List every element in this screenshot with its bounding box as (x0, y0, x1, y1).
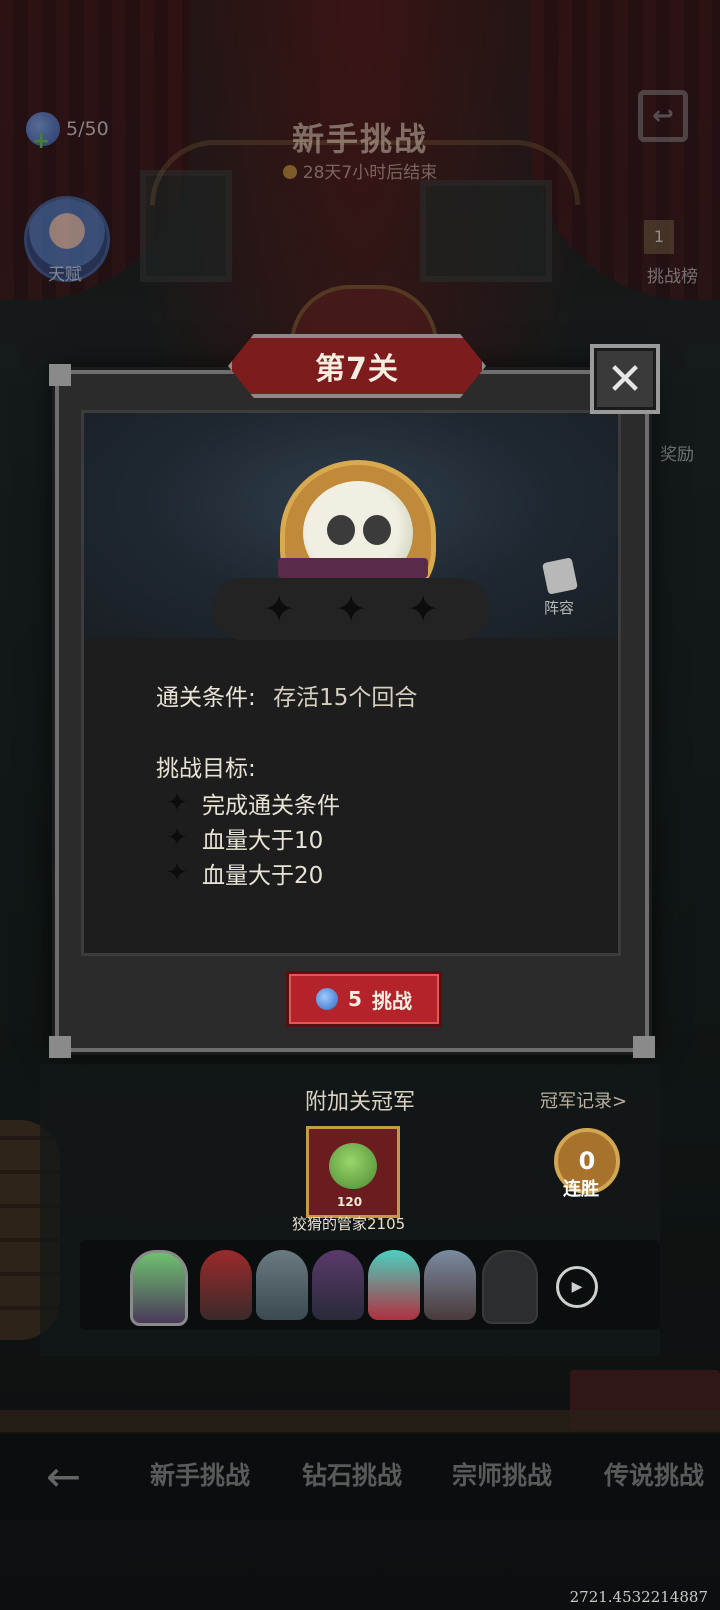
floor-shelf (0, 1410, 720, 1434)
goal-item: ✦ 完成通关条件 (164, 786, 340, 820)
hero-portrait[interactable] (256, 1250, 308, 1320)
tab-diamond[interactable]: 钻石挑战 (302, 1456, 402, 1492)
boss-eye (363, 515, 391, 545)
page-title: 新手挑战 (291, 120, 428, 158)
boss-eye (327, 515, 355, 545)
close-button[interactable]: ✕ (590, 344, 660, 414)
tab-legend[interactable]: 传说挑战 (604, 1456, 704, 1492)
streak-label: 连胜 (563, 1179, 599, 1200)
star-icon: ✦ (166, 823, 188, 853)
condition-label: 通关条件: (156, 685, 256, 711)
champion-avatar (329, 1143, 377, 1189)
goal-item: ✦ 血量大于10 (164, 821, 323, 855)
clock-icon (282, 165, 297, 179)
talent-label: 天赋 (48, 265, 82, 285)
star-icon: ✦ (166, 788, 188, 818)
goal-text: 血量大于10 (202, 828, 324, 854)
replay-button[interactable]: ▶ (556, 1266, 598, 1308)
clear-condition: 通关条件: 存活15个回合 (156, 678, 417, 712)
challenge-cost: 5 (348, 987, 362, 1011)
star-icon: ✦ (407, 587, 439, 631)
star-icon: ✦ (263, 587, 295, 631)
tab-novice[interactable]: 新手挑战 (150, 1456, 250, 1492)
stamina-potion-icon (316, 988, 339, 1010)
hero-portrait[interactable] (130, 1250, 188, 1326)
leaderboard-icon[interactable]: 1 (644, 220, 674, 254)
reward-label: 奖励 (660, 445, 694, 465)
event-countdown: 28天7小时后结束 (0, 158, 720, 183)
condition-value: 存活15个回合 (273, 685, 418, 711)
champion-level: 120 (337, 1195, 363, 1209)
exit-icon[interactable]: ↩ (638, 90, 688, 142)
hero-portrait[interactable] (368, 1250, 420, 1320)
coordinate-readout: 2721.4532214887 (569, 1588, 708, 1606)
lineup-label[interactable]: 阵容 (544, 597, 574, 618)
leaderboard-label: 挑战榜 (647, 267, 698, 287)
champion-record-link[interactable]: 冠军记录> (540, 1087, 627, 1113)
hero-portrait[interactable] (424, 1250, 476, 1320)
champion-card[interactable]: 120 (306, 1126, 400, 1218)
tab-master[interactable]: 宗师挑战 (452, 1456, 552, 1492)
champion-name: 狡猾的管家2105 (292, 1215, 406, 1233)
goal-item: ✦ 血量大于20 (164, 856, 323, 890)
corner-ornament (49, 364, 71, 386)
goal-text: 血量大于20 (202, 863, 324, 889)
boss-sash (278, 558, 428, 578)
challenge-button[interactable]: 5 挑战 (286, 971, 442, 1027)
star-icon: ✦ (335, 587, 367, 631)
corner-ornament (633, 1036, 655, 1058)
stage-title-banner: 第7关 (228, 334, 486, 398)
lineup-book-icon[interactable] (542, 557, 578, 595)
star-icon: ✦ (166, 858, 188, 888)
back-arrow-icon[interactable]: ← (46, 1452, 81, 1501)
hero-portrait[interactable] (312, 1250, 364, 1320)
hero-portrait[interactable] (200, 1250, 252, 1320)
countdown-text: 28天7小时后结束 (302, 163, 438, 183)
goal-text: 完成通关条件 (202, 793, 340, 819)
goals-heading: 挑战目标: (156, 756, 256, 782)
empty-hero-slot (482, 1250, 538, 1324)
stage-stars: ✦ ✦ ✦ (212, 578, 490, 640)
challenge-label: 挑战 (371, 988, 412, 1013)
corner-ornament (49, 1036, 71, 1058)
